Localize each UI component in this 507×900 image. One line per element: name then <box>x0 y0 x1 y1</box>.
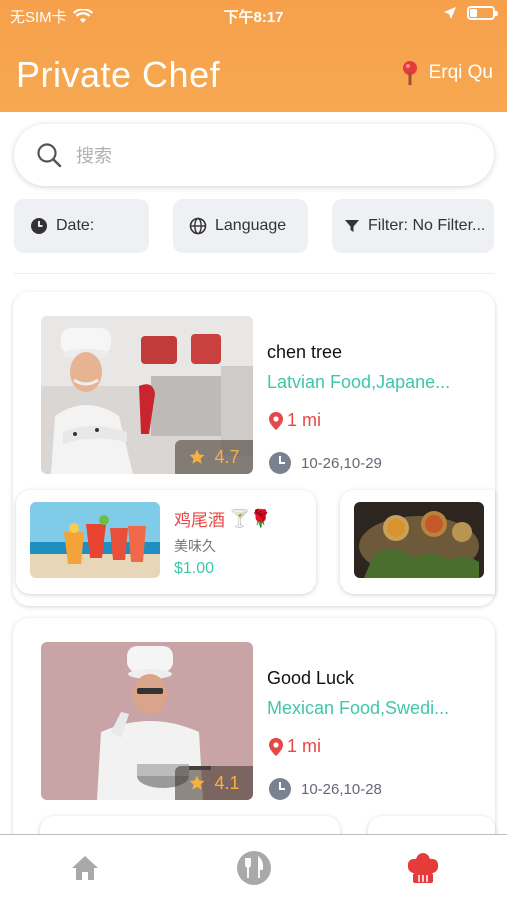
date-filter-button[interactable]: Date: <box>14 199 149 253</box>
options-filter-label: Filter: No Filter... <box>368 217 486 234</box>
chef-card[interactable]: 4.1 Good Luck Mexican Food,Swedi... 1 mi… <box>13 618 495 848</box>
dates-value: 10-26,10-29 <box>301 454 382 472</box>
dish-card[interactable] <box>340 490 495 594</box>
chef-photo: 4.7 <box>41 316 253 474</box>
status-bar: 无SIM卡 下午8:17 <box>0 0 507 32</box>
search-placeholder: 搜索 <box>76 146 112 166</box>
tab-dishes[interactable] <box>214 843 294 893</box>
star-icon <box>189 449 205 464</box>
search-bar[interactable]: 搜索 <box>14 124 494 186</box>
dish-photo <box>354 502 484 578</box>
language-filter-label: Language <box>215 217 287 234</box>
dish-name: 鸡尾酒 🍸🌹 <box>174 506 271 531</box>
rating-value: 4.1 <box>214 772 240 793</box>
dish-card[interactable]: 鸡尾酒 🍸🌹 美味久 $1.00 <box>16 490 316 594</box>
chef-cuisine: Mexican Food,Swedi... <box>267 698 450 718</box>
options-filter-button[interactable]: Filter: No Filter... <box>332 199 494 253</box>
chef-photo: 4.1 <box>41 642 253 800</box>
distance-value: 1 mi <box>287 736 322 756</box>
star-icon <box>189 775 205 790</box>
location-selector[interactable]: Erqi Qu <box>401 60 493 86</box>
bottom-tab-bar <box>0 834 507 900</box>
fork-knife-icon <box>236 850 271 885</box>
dish-price: $1.00 <box>174 560 215 577</box>
location-arrow-icon <box>444 7 456 19</box>
home-icon <box>71 855 98 880</box>
dish-name-text: 鸡尾酒 <box>174 511 225 530</box>
chef-name: chen tree <box>267 342 343 362</box>
map-pin-icon <box>269 411 283 430</box>
dish-photo <box>30 502 160 578</box>
clock-icon <box>269 452 291 474</box>
page-title: Private Chef <box>16 54 221 95</box>
chef-availability: 10-26,10-28 <box>269 778 382 800</box>
status-time: 下午8:17 <box>223 9 284 26</box>
chef-distance: 1 mi <box>269 736 321 757</box>
location-label: Erqi Qu <box>428 62 493 83</box>
clock-icon <box>31 218 47 234</box>
chef-availability: 10-26,10-29 <box>269 452 382 474</box>
globe-icon <box>189 217 207 235</box>
battery-icon <box>467 6 498 20</box>
chef-hat-icon <box>407 852 438 883</box>
funnel-icon <box>345 220 359 232</box>
rating-badge: 4.1 <box>175 766 253 800</box>
dates-value: 10-26,10-28 <box>301 780 382 798</box>
chef-cuisine: Latvian Food,Japane... <box>267 372 451 392</box>
tab-chef[interactable] <box>383 843 463 893</box>
date-filter-label: Date: <box>56 217 95 234</box>
app-header: 无SIM卡 下午8:17 Private Chef Erqi Qu <box>0 0 507 112</box>
search-icon <box>37 143 62 168</box>
chef-name: Good Luck <box>267 668 355 688</box>
chef-distance: 1 mi <box>269 410 321 431</box>
dish-name-emoji: 🍸🌹 <box>229 508 272 528</box>
rating-badge: 4.7 <box>175 440 253 474</box>
tab-home[interactable] <box>45 843 125 893</box>
clock-icon <box>269 778 291 800</box>
distance-value: 1 mi <box>287 410 322 430</box>
chef-card[interactable]: 4.7 chen tree Latvian Food,Japane... 1 m… <box>13 292 495 606</box>
language-filter-button[interactable]: Language <box>173 199 308 253</box>
map-pin-icon <box>269 737 283 756</box>
dish-subtitle: 美味久 <box>174 538 216 554</box>
rating-value: 4.7 <box>214 446 240 467</box>
map-pin-icon <box>402 61 417 85</box>
divider <box>14 273 494 274</box>
